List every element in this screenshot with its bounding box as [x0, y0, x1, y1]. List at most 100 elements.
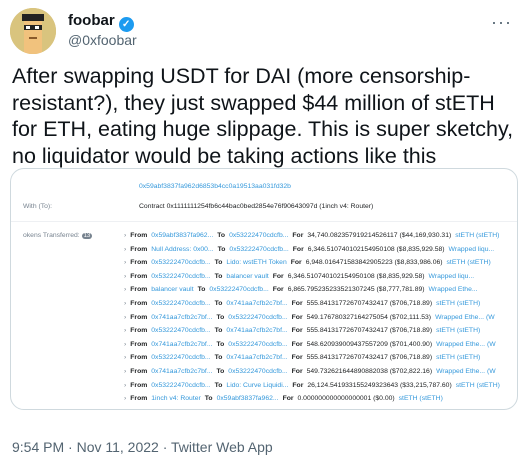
transfer-row: › From 0x53222470cdcfb... To 0x741aa7cfb2c7b…	[124, 327, 484, 337]
transfer-row: › From 0x53222470cdcfb... To Lido: Curve Liq…	[124, 382, 504, 392]
row-arrow-icon: ›	[124, 327, 127, 335]
from-address[interactable]: 0x741aa7cfb2c7bf...	[151, 341, 212, 348]
from-address[interactable]: balancer vault	[151, 286, 193, 293]
to-address[interactable]: 0x53222470cdcfb...	[228, 314, 287, 321]
amount-value: 0.000000000000000001 ($0.00)	[297, 395, 395, 403]
avatar[interactable]	[10, 8, 56, 54]
to-address[interactable]: 0x741aa7cfb2c7bf...	[226, 300, 287, 307]
for-label: For	[292, 232, 304, 239]
amount-value: 555.841317726707432417 ($706,718.89)	[306, 327, 433, 335]
for-label: For	[291, 368, 303, 375]
author-handle[interactable]: @0xfoobar	[68, 32, 137, 48]
from-label: From	[130, 245, 148, 253]
from-address[interactable]: 0x741aa7cfb2c7bf...	[151, 314, 212, 321]
to-label: To	[216, 340, 225, 348]
token-name[interactable]: Wrapped liqu...	[429, 273, 475, 280]
from-label: From	[130, 259, 148, 267]
row-arrow-icon: ›	[124, 245, 127, 253]
to-label: To	[214, 381, 223, 389]
more-options-icon[interactable]: ···	[491, 12, 512, 33]
for-label: For	[291, 354, 303, 362]
from-address[interactable]: 0x53222470cdcfb...	[151, 382, 210, 389]
from-address[interactable]: 0x53222470cdcfb...	[151, 259, 210, 266]
tokens-count-badge: 13	[81, 233, 93, 239]
transfer-row: › From 0x741aa7cfb2c7bf... To 0x53222470cdcf…	[124, 368, 500, 378]
author-name-text: foobar	[68, 12, 115, 29]
from-label: From	[130, 300, 148, 307]
tokens-label-text: okens Transferred:	[23, 232, 80, 239]
to-label: To	[214, 272, 223, 280]
to-address[interactable]: 0x741aa7cfb2c7bf...	[226, 354, 287, 361]
for-label: For	[291, 327, 303, 335]
to-label: To	[197, 286, 206, 294]
from-address[interactable]: 0x741aa7cfb2c7bf...	[151, 368, 212, 375]
from-label: From	[130, 381, 148, 389]
transfer-row: › From 1inch v4: Router To 0x59abf3837fa962.…	[124, 395, 447, 405]
token-name[interactable]: stETH (stETH)	[436, 327, 480, 334]
for-label: For	[272, 272, 284, 280]
from-address[interactable]: 0x59abf3837fa962...	[151, 232, 213, 239]
to-address[interactable]: 0x53222470cdcfb...	[209, 286, 268, 293]
for-label: For	[290, 259, 302, 267]
token-name[interactable]: stETH (stETH)	[447, 259, 491, 266]
from-address[interactable]: 0x53222470cdcfb...	[151, 354, 210, 361]
to-address[interactable]: Lido: wstETH Token	[226, 259, 286, 266]
to-address[interactable]: 0x59abf3837fa962...	[217, 395, 279, 402]
etherscan-screenshot: 0x59abf3837fa962d6853b4cc0a19513aa031fd3…	[11, 169, 517, 409]
token-name[interactable]: Wrapped Ethe... (W	[435, 314, 495, 321]
amount-value: 6,948.016471583842905223 ($8,833,986.06)	[305, 259, 443, 267]
amount-value: 34,740.082357919214526117 ($44,169,930.3…	[307, 232, 452, 239]
tokens-transferred-label: okens Transferred: 13	[23, 232, 93, 239]
token-name[interactable]: Wrapped Ethe... (W	[436, 368, 496, 375]
from-address[interactable]: 0x53222470cdcfb...	[151, 273, 210, 280]
from-address[interactable]: Null Address: 0x00...	[151, 246, 213, 253]
to-address[interactable]: Lido: Curve Liquidi...	[226, 382, 288, 389]
to-address[interactable]: 0x53222470cdcfb...	[228, 341, 287, 348]
to-label: To	[204, 395, 213, 403]
token-name[interactable]: Wrapped liqu...	[449, 246, 495, 253]
amount-value: 549.732621644890882038 ($702,822.16)	[306, 368, 433, 375]
token-name[interactable]: stETH (stETH)	[455, 232, 499, 239]
row-arrow-icon: ›	[124, 354, 127, 362]
row-arrow-icon: ›	[124, 232, 127, 239]
to-label: To	[216, 368, 225, 375]
from-address[interactable]: 0x53222470cdcfb...	[151, 327, 210, 334]
to-label: To	[216, 313, 225, 321]
from-label: From	[130, 354, 148, 362]
transfer-row: › From Null Address: 0x00... To 0x53222470cd…	[124, 246, 498, 256]
token-name[interactable]: stETH (stETH)	[436, 354, 480, 361]
tweet-image-card[interactable]: 0x59abf3837fa962d6853b4cc0a19513aa031fd3…	[10, 168, 518, 410]
author-name[interactable]: foobar ✓	[68, 12, 134, 32]
from-label: From	[130, 272, 148, 280]
from-address[interactable]: 0x53222470cdcfb...	[151, 300, 210, 307]
token-name[interactable]: Wrapped Ethe... (W	[436, 341, 496, 348]
to-address[interactable]: 0x741aa7cfb2c7bf...	[226, 327, 287, 334]
tweet-text: After swapping USDT for DAI (more censor…	[12, 64, 514, 168]
to-address[interactable]: balancer vault	[226, 273, 268, 280]
token-name[interactable]: stETH (stETH)	[436, 300, 480, 307]
row-arrow-icon: ›	[124, 381, 127, 389]
tx-hash: 0x59abf3837fa962d6853b4cc0a19513aa031fd3…	[139, 183, 291, 190]
token-name[interactable]: stETH (stETH)	[399, 395, 443, 402]
tweet-timestamp[interactable]: 9:54 PM · Nov 11, 2022 · Twitter Web App	[12, 439, 273, 455]
verified-badge-icon: ✓	[118, 17, 134, 32]
from-label: From	[130, 286, 148, 294]
to-address[interactable]: 0x53222470cdcfb...	[228, 368, 287, 375]
amount-value: 548.620939009437557209 ($701,400.90)	[306, 340, 433, 348]
row-arrow-icon: ›	[124, 313, 127, 321]
to-label: To	[214, 259, 223, 267]
from-address[interactable]: 1inch v4: Router	[151, 395, 201, 402]
amount-value: 26,124.541933155249323643 ($33,215,787.6…	[307, 381, 452, 389]
to-address[interactable]: 0x53222470cdcfb...	[229, 232, 288, 239]
tweet-header: foobar ✓ @0xfoobar ···	[10, 8, 516, 54]
amount-value: 6,346.510740102154950108 ($8,835,929.58)	[287, 272, 425, 280]
to-label: To	[217, 245, 226, 253]
for-label: For	[291, 340, 303, 348]
for-label: For	[272, 286, 284, 294]
contract-line: Contract 0x1111111254fb6c44bac0bed2854e7…	[139, 203, 374, 210]
token-name[interactable]: Wrapped Ethe...	[429, 286, 478, 293]
to-label: To	[214, 327, 223, 335]
transfer-row: › From 0x53222470cdcfb... To Lido: wstETH To…	[124, 259, 495, 269]
to-address[interactable]: 0x53222470cdcfb...	[229, 246, 288, 253]
token-name[interactable]: stETH (stETH)	[456, 382, 500, 389]
